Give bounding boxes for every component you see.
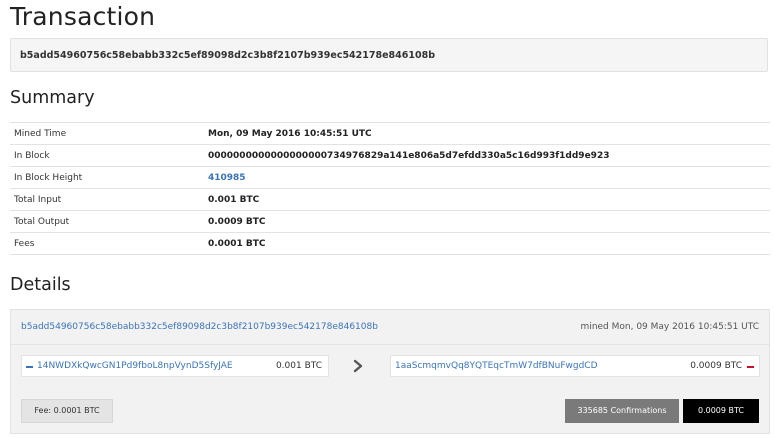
summary-label: Total Input xyxy=(14,194,62,205)
summary-label: In Block Height xyxy=(14,172,83,183)
total-output-button[interactable]: 0.0009 BTC xyxy=(683,399,759,423)
summary-row-total-output: Total Output 0.0009 BTC xyxy=(10,210,770,233)
block-height-link[interactable]: 410985 xyxy=(204,167,770,189)
summary-heading: Summary xyxy=(10,88,95,108)
transaction-hash-link[interactable]: b5add54960756c58ebabb332c5ef89098d2c3b8f… xyxy=(21,322,378,332)
summary-value: Mon, 09 May 2016 10:45:51 UTC xyxy=(208,128,372,139)
chevron-right-icon xyxy=(353,359,363,373)
summary-value: 0.0009 BTC xyxy=(208,216,266,227)
mined-time: mined Mon, 09 May 2016 10:45:51 UTC xyxy=(580,322,759,332)
details-heading: Details xyxy=(10,275,71,295)
summary-row-mined-time: Mined Time Mon, 09 May 2016 10:45:51 UTC xyxy=(10,122,770,145)
confirmations-button[interactable]: 335685 Confirmations xyxy=(565,399,679,423)
input-amount: 0.001 BTC xyxy=(275,361,322,371)
summary-row-block-height: In Block Height 410985 xyxy=(10,166,770,189)
summary-label: In Block xyxy=(14,150,50,161)
summary-row-in-block: In Block 0000000000000000000734976829a14… xyxy=(10,144,770,167)
summary-row-total-input: Total Input 0.001 BTC xyxy=(10,188,770,211)
fee-button[interactable]: Fee: 0.0001 BTC xyxy=(21,399,113,423)
input-entry: 14NWDXkQwcGN1Pd9fboL8npVynD5SfyJAE 0.001… xyxy=(21,355,329,377)
summary-value: 0.0001 BTC xyxy=(208,238,266,249)
page-title: Transaction xyxy=(10,2,156,31)
summary-row-fees: Fees 0.0001 BTC xyxy=(10,232,770,255)
output-address-link[interactable]: 1aaScmqmvQq8YQTEqcTmW7dfBNuFwgdCD xyxy=(395,361,598,371)
summary-table: Mined Time Mon, 09 May 2016 10:45:51 UTC… xyxy=(10,122,770,255)
output-amount: 0.0009 BTC xyxy=(690,361,742,371)
transaction-page: Transaction b5add54960756c58ebabb332c5ef… xyxy=(0,0,774,438)
details-header: b5add54960756c58ebabb332c5ef89098d2c3b8f… xyxy=(11,310,769,345)
input-address-link[interactable]: 14NWDXkQwcGN1Pd9fboL8npVynD5SfyJAE xyxy=(37,361,233,371)
transaction-hash: b5add54960756c58ebabb332c5ef89098d2c3b8f… xyxy=(20,50,436,61)
details-panel: b5add54960756c58ebabb332c5ef89098d2c3b8f… xyxy=(10,309,770,434)
output-entry: 1aaScmqmvQq8YQTEqcTmW7dfBNuFwgdCD 0.0009… xyxy=(390,355,760,377)
transaction-hash-box: b5add54960756c58ebabb332c5ef89098d2c3b8f… xyxy=(10,38,768,72)
summary-label: Total Output xyxy=(14,216,70,227)
summary-value: 0.001 BTC xyxy=(208,194,260,205)
summary-label: Mined Time xyxy=(14,128,67,139)
minus-icon xyxy=(26,366,33,368)
minus-icon xyxy=(747,366,754,368)
summary-value: 0000000000000000000734976829a141e806a5d7… xyxy=(208,150,610,161)
summary-label: Fees xyxy=(14,238,35,249)
